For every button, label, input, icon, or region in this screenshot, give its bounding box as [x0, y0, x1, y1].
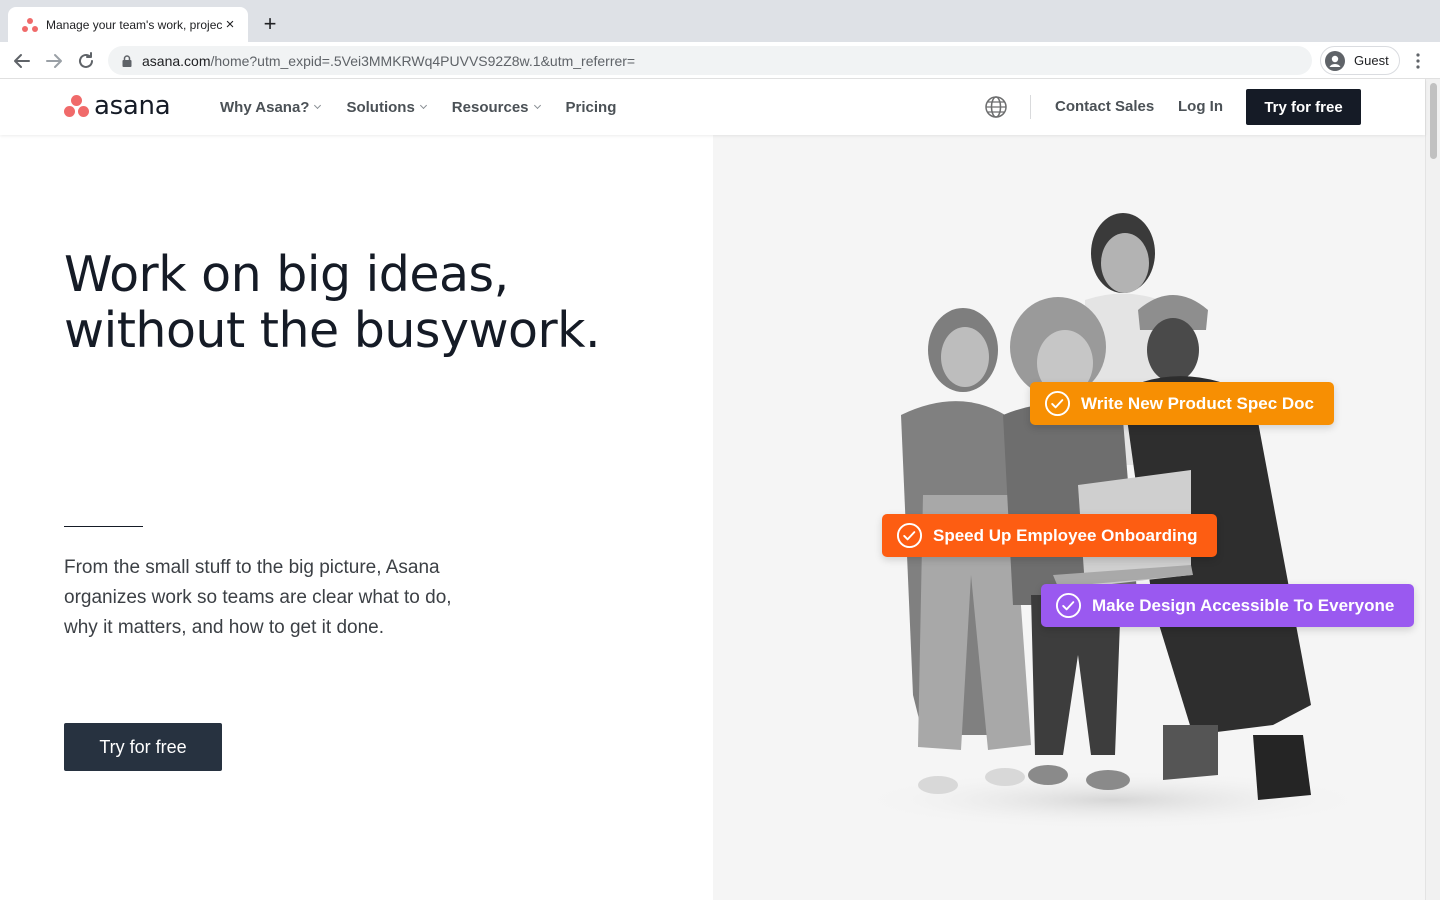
- browser-toolbar: asana.com/home?utm_expid=.5Vei3MMKRWq4PU…: [0, 42, 1440, 79]
- check-circle-icon: [1044, 390, 1071, 417]
- chevron-down-icon: [533, 101, 541, 110]
- close-icon[interactable]: ×: [222, 16, 238, 33]
- asana-logo-icon: [64, 95, 89, 117]
- page-viewport: asana Why Asana? Solutions Resources Pri…: [0, 79, 1440, 900]
- check-circle-icon: [896, 522, 923, 549]
- nav-item-solutions[interactable]: Solutions: [346, 99, 427, 116]
- back-arrow-icon[interactable]: [10, 49, 34, 73]
- profile-label: Guest: [1354, 53, 1389, 68]
- chevron-down-icon: [419, 101, 427, 110]
- nav-item-pricing[interactable]: Pricing: [566, 99, 617, 116]
- scrollbar-thumb[interactable]: [1430, 83, 1437, 159]
- logo-wordmark: asana: [94, 91, 171, 121]
- profile-button[interactable]: Guest: [1320, 46, 1400, 75]
- hero-divider: [64, 526, 143, 527]
- nav-item-resources[interactable]: Resources: [452, 99, 541, 116]
- task-chip-label: Speed Up Employee Onboarding: [933, 525, 1198, 545]
- task-chip-accessible-design: Make Design Accessible To Everyone: [1041, 584, 1415, 627]
- task-chip-onboarding: Speed Up Employee Onboarding: [882, 514, 1218, 557]
- more-vert-icon[interactable]: [1408, 51, 1428, 71]
- tab-title: Manage your team's work, projects, & tas…: [46, 17, 222, 32]
- browser-tabstrip: Manage your team's work, projects, & tas…: [0, 0, 1440, 42]
- header-divider: [1030, 95, 1031, 119]
- browser-tab[interactable]: Manage your team's work, projects, & tas…: [8, 7, 248, 42]
- nav-item-why-asana[interactable]: Why Asana?: [220, 99, 322, 116]
- site-header: asana Why Asana? Solutions Resources Pri…: [0, 79, 1425, 135]
- hero-image-panel: Write New Product Spec Doc Speed Up Empl…: [713, 135, 1425, 900]
- main-nav: Why Asana? Solutions Resources Pricing: [220, 79, 642, 135]
- contact-sales-link[interactable]: Contact Sales: [1055, 98, 1154, 115]
- asana-favicon-icon: [22, 17, 38, 33]
- address-bar[interactable]: asana.com/home?utm_expid=.5Vei3MMKRWq4PU…: [108, 46, 1312, 75]
- globe-icon[interactable]: [984, 95, 1008, 119]
- avatar-icon: [1325, 50, 1345, 71]
- new-tab-button[interactable]: +: [258, 13, 282, 37]
- header-try-for-free-button[interactable]: Try for free: [1246, 89, 1361, 125]
- forward-arrow-icon[interactable]: [42, 49, 66, 73]
- check-circle-icon: [1055, 592, 1082, 619]
- hero-title: Work on big ideas, without the busywork.: [64, 246, 601, 359]
- reload-icon[interactable]: [74, 49, 98, 73]
- task-chip-write-spec: Write New Product Spec Doc: [1030, 382, 1335, 425]
- page-scrollbar[interactable]: [1425, 79, 1440, 900]
- hero-text-panel: Work on big ideas, without the busywork. …: [0, 135, 713, 900]
- hero-subtitle: From the small stuff to the big picture,…: [64, 557, 452, 638]
- chevron-down-icon: [314, 101, 322, 110]
- lock-icon: [122, 54, 132, 67]
- url-text: asana.com/home?utm_expid=.5Vei3MMKRWq4PU…: [142, 52, 636, 69]
- task-chip-label: Write New Product Spec Doc: [1081, 393, 1315, 413]
- hero-try-for-free-button[interactable]: Try for free: [64, 723, 222, 771]
- asana-logo[interactable]: asana: [64, 91, 171, 121]
- task-chip-label: Make Design Accessible To Everyone: [1092, 595, 1395, 615]
- log-in-link[interactable]: Log In: [1178, 98, 1223, 115]
